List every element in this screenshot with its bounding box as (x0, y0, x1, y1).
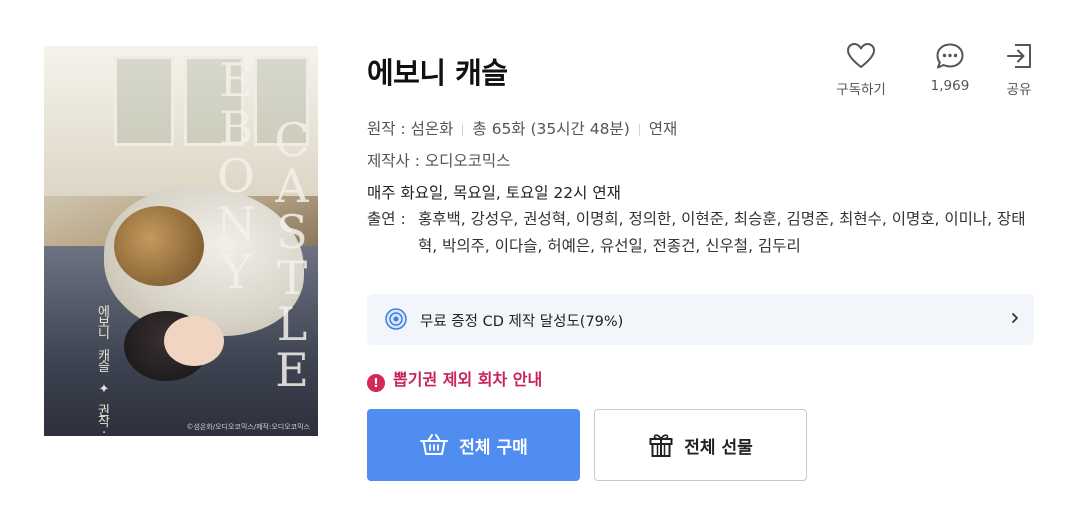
basket-icon (420, 434, 449, 455)
episode-count: 총 65화 (35시간 48분) (472, 120, 630, 138)
schedule-text: 매주 화요일, 목요일, 토요일 22시 연재 (367, 184, 621, 202)
author-link[interactable]: 섬온화 (411, 120, 454, 138)
producer-label: 제작사 : (367, 152, 425, 170)
cover-letter: E (275, 343, 309, 397)
comments-button[interactable]: 1,969 (912, 42, 988, 94)
cover-title-left: EBONY (216, 53, 256, 299)
cover-letter: N (216, 197, 256, 251)
share-button[interactable]: 공유 (981, 42, 1057, 98)
cd-icon (385, 308, 407, 330)
page-title: 에보니 캐슬 (367, 56, 508, 90)
share-label: 공유 (1006, 82, 1032, 98)
cover-fineprint: ©섬온화/오디오코믹스/제작:오디오코믹스 (186, 423, 310, 431)
share-icon (1007, 44, 1031, 68)
buy-all-button[interactable]: 전체 구매 (367, 409, 580, 481)
cover-korean-char: · (102, 426, 106, 436)
cd-progress-bar[interactable]: 무료 증정 CD 제작 달성도(79%) (367, 294, 1034, 345)
exclamation-icon: ! (367, 374, 385, 392)
cover-letter: E (219, 53, 253, 107)
cover-title-right: CASTLE (274, 113, 309, 397)
cover-letter: Y (220, 245, 252, 299)
cast-label: 출연 : (367, 210, 406, 228)
notice-text: 뽑기권 제외 회차 안내 (393, 370, 543, 389)
author-line: 원작 : 섬온화 총 65화 (35시간 48분) 연재 (367, 117, 677, 139)
producer-link[interactable]: 오디오코믹스 (425, 152, 511, 170)
cover-korean-title: 에보니 캐슬 ✦ 권작·섭온화 (98, 305, 110, 436)
author-label: 원작 : (367, 120, 411, 138)
cd-progress-text: 무료 증정 CD 제작 달성도(79%) (420, 314, 624, 330)
gift-all-label: 전체 선물 (684, 437, 753, 458)
buy-all-label: 전체 구매 (459, 437, 528, 458)
divider (638, 123, 640, 136)
serial-status: 연재 (648, 120, 678, 138)
chevron-right-icon (1012, 313, 1018, 323)
cover-letter: B (219, 101, 253, 155)
excluded-episodes-notice[interactable]: ! 뽑기권 제외 회차 안내 (367, 366, 542, 392)
cover-image: EBONY CASTLE 에보니 캐슬 ✦ 권작·섭온화 ©섬온화/오디오코믹스… (44, 46, 318, 436)
gift-all-button[interactable]: 전체 선물 (594, 409, 807, 481)
divider (462, 123, 464, 136)
cover-letter: O (217, 149, 255, 203)
producer-line: 제작사 : 오디오코믹스 (367, 149, 510, 171)
cover-title-lettering: EBONY CASTLE 에보니 캐슬 ✦ 권작·섭온화 (98, 53, 310, 436)
comment-bubble-icon (936, 43, 964, 69)
gift-icon (649, 434, 673, 457)
cast-names: 홍후백, 강성우, 권성혁, 이명희, 정의한, 이현준, 최승훈, 김명준, … (418, 210, 1026, 255)
subscribe-label: 구독하기 (836, 82, 886, 98)
heart-icon (847, 43, 875, 68)
subscribe-button[interactable]: 구독하기 (823, 42, 899, 98)
comments-count: 1,969 (930, 78, 970, 94)
